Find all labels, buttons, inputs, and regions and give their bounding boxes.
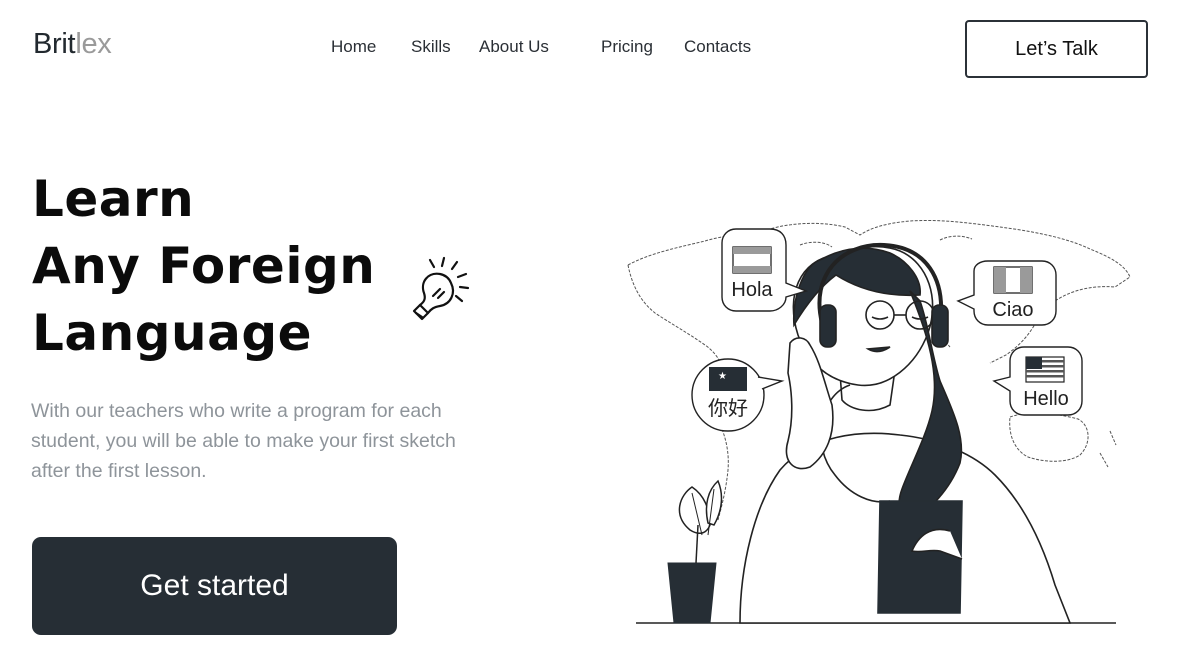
hero-title-line-2: Any Foreign bbox=[32, 237, 376, 295]
nav-link-home[interactable]: Home bbox=[331, 37, 376, 57]
china-flag-icon bbox=[709, 367, 747, 391]
greeting-hola: Hola bbox=[731, 279, 773, 301]
greeting-bubble-english: Hello bbox=[992, 346, 1083, 416]
greeting-hello: Hello bbox=[1023, 388, 1069, 410]
hero-title-line-1: Learn bbox=[32, 170, 195, 228]
hero-title: Learn Any Foreign Language bbox=[32, 166, 375, 367]
greeting-nihao: 你好 bbox=[708, 397, 748, 420]
plant-icon bbox=[667, 479, 723, 624]
hero-description: With our teachers who write a program fo… bbox=[31, 400, 456, 482]
brand-logo[interactable]: Britlex bbox=[33, 28, 112, 61]
brand-logo-part2: lex bbox=[75, 28, 112, 60]
lightbulb-icon bbox=[412, 256, 470, 321]
brand-logo-part1: Brit bbox=[33, 28, 76, 60]
greeting-bubble-italian: Ciao bbox=[956, 260, 1057, 326]
lets-talk-button[interactable]: Let’s Talk bbox=[965, 20, 1148, 78]
nav-link-skills[interactable]: Skills bbox=[411, 37, 451, 57]
greeting-ciao: Ciao bbox=[992, 299, 1033, 321]
nav-link-contacts[interactable]: Contacts bbox=[684, 37, 751, 57]
nav-link-about-us[interactable]: About Us bbox=[479, 37, 549, 57]
get-started-button[interactable]: Get started bbox=[32, 537, 397, 635]
hero-illustration: Hola Ciao ★ 你好 Hello bbox=[627, 219, 1131, 624]
nav-link-pricing[interactable]: Pricing bbox=[601, 37, 653, 57]
svg-text:★: ★ bbox=[718, 371, 727, 382]
greeting-bubble-chinese: ★ 你好 bbox=[691, 358, 785, 432]
hero-title-line-3: Language bbox=[32, 304, 313, 362]
